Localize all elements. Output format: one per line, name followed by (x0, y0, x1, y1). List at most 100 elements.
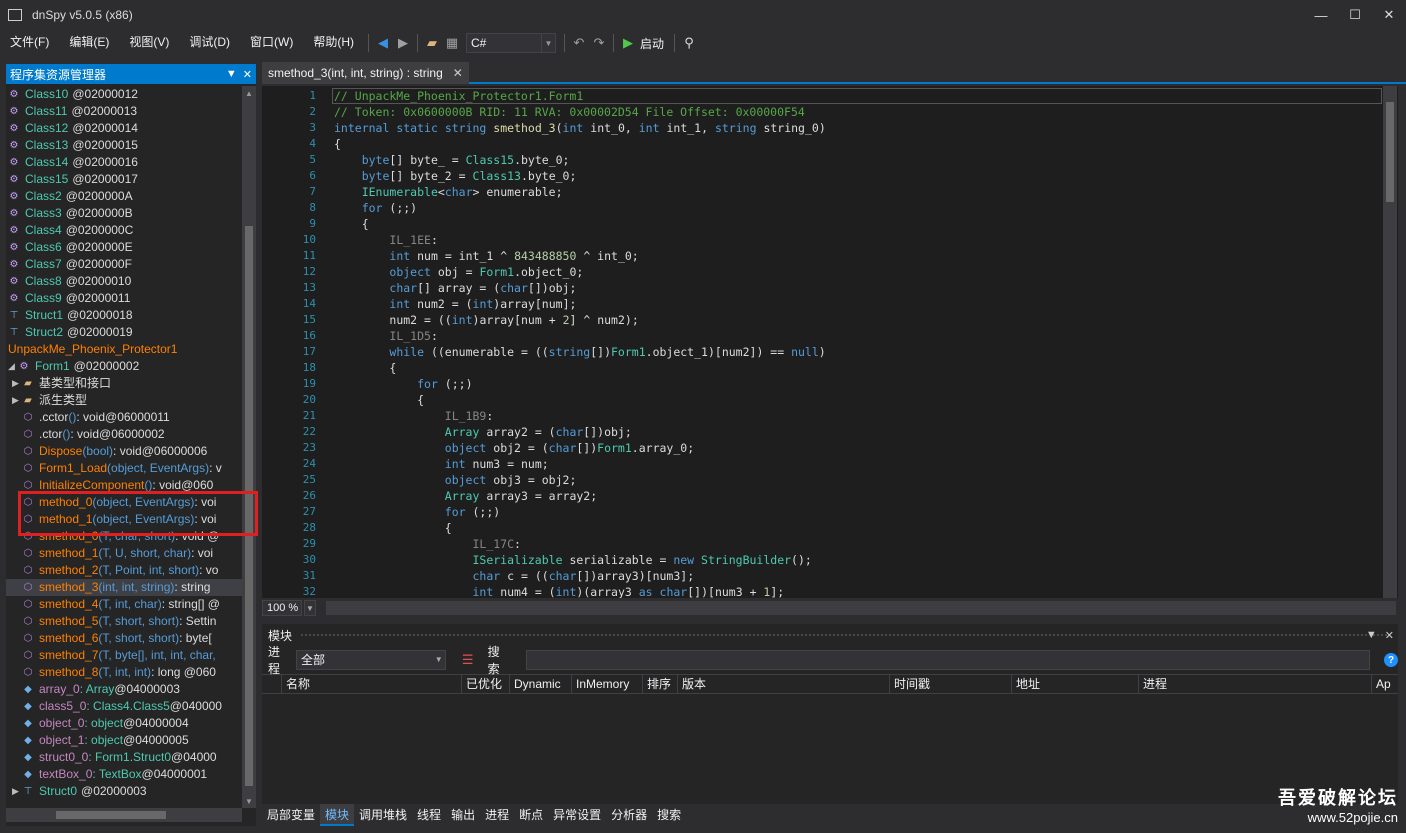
scrollbar-thumb[interactable] (1386, 102, 1394, 202)
close-icon[interactable]: ✕ (1385, 629, 1394, 642)
tree-item-class6[interactable]: ⚙ Class6 @0200000E (6, 239, 242, 256)
column-inmemory[interactable]: InMemory (572, 674, 643, 694)
tree-item-class12[interactable]: ⚙ Class12 @02000014 (6, 120, 242, 137)
tree-item-class8[interactable]: ⚙ Class8 @02000010 (6, 273, 242, 290)
close-button[interactable]: ✕ (1372, 0, 1406, 30)
tree-item-struct1[interactable]: ⊤ Struct1 @02000018 (6, 307, 242, 324)
tree-member-smethod_1[interactable]: ⬡ smethod_1 (T, U, short, char) : voi (6, 545, 242, 562)
menu-window[interactable]: 窗口(W) (240, 30, 303, 56)
tree-field-object_1[interactable]: ◆ object_1 : object @04000005 (6, 732, 242, 749)
start-debug-button[interactable]: 启动 (640, 35, 664, 52)
play-icon[interactable]: ▶ (618, 33, 638, 53)
tree-member-form1_load[interactable]: ⬡ Form1_Load (object, EventArgs) : v (6, 460, 242, 477)
zoom-level[interactable]: 100 % (262, 600, 302, 616)
collapsed-chevron-icon[interactable]: ◢ (8, 358, 18, 375)
column-name[interactable]: 名称 (282, 674, 462, 694)
dropdown-icon[interactable]: ▼ (1366, 629, 1377, 641)
tab-bottom-7[interactable]: 异常设置 (548, 804, 606, 826)
tree-folder[interactable]: ▶ ▰ 派生类型 (6, 392, 242, 409)
column-timestamp[interactable]: 时间戳 (890, 674, 1012, 694)
tab-bottom-9[interactable]: 搜索 (652, 804, 686, 826)
tree-member-smethod_6[interactable]: ⬡ smethod_6 (T, short, short) : byte[ (6, 630, 242, 647)
tab-bottom-2[interactable]: 调用堆栈 (354, 804, 412, 826)
menu-edit[interactable]: 编辑(E) (59, 30, 119, 56)
tab-bottom-1[interactable]: 模块 (320, 804, 355, 826)
close-icon[interactable]: ✕ (243, 68, 252, 81)
code-area[interactable]: // UnpackMe_Phoenix_Protector1.Form1 // T… (334, 88, 1384, 598)
tree-member-dispose[interactable]: ⬡ Dispose (bool) : void @06000006 (6, 443, 242, 460)
editor-vertical-scrollbar[interactable] (1383, 86, 1397, 598)
tree-folder[interactable]: ▶ ▰ 基类型和接口 (6, 375, 242, 392)
tab-smethod-3[interactable]: smethod_3(int, int, string) : string ✕ (262, 62, 469, 84)
minimize-button[interactable]: — (1304, 0, 1338, 30)
tree-member-smethod_5[interactable]: ⬡ smethod_5 (T, short, short) : Settin (6, 613, 242, 630)
tree-field-array_0[interactable]: ◆ array_0 : Array @04000003 (6, 681, 242, 698)
menu-debug[interactable]: 调试(D) (179, 30, 240, 56)
tree-item-class2[interactable]: ⚙ Class2 @0200000A (6, 188, 242, 205)
tree-field-struct0_0[interactable]: ◆ struct0_0 : Form1.Struct0 @04000 (6, 749, 242, 766)
close-icon[interactable]: ✕ (453, 66, 463, 80)
tree-item-class14[interactable]: ⚙ Class14 @02000016 (6, 154, 242, 171)
undo-icon[interactable]: ↶ (569, 33, 589, 53)
collapsed-chevron-icon[interactable]: ▶ (12, 783, 22, 800)
column-address[interactable]: 地址 (1012, 674, 1139, 694)
tree-member-smethod_4[interactable]: ⬡ smethod_4 (T, int, char) : string[] @ (6, 596, 242, 613)
tree-item-struct0[interactable]: ▶ ⊤ Struct0 @02000003 (6, 783, 242, 800)
tree-member-smethod_7[interactable]: ⬡ smethod_7 (T, byte[], int, int, char, (6, 647, 242, 664)
navigate-forward-icon[interactable]: ▶ (393, 33, 413, 53)
tab-bottom-4[interactable]: 输出 (446, 804, 480, 826)
tree-item-class15[interactable]: ⚙ Class15 @02000017 (6, 171, 242, 188)
menu-help[interactable]: 帮助(H) (303, 30, 364, 56)
tree-item-struct2[interactable]: ⊤ Struct2 @02000019 (6, 324, 242, 341)
open-list-icon[interactable]: ▦ (442, 33, 462, 53)
collapsed-chevron-icon[interactable]: ▶ (12, 375, 22, 392)
tab-bottom-8[interactable]: 分析器 (606, 804, 652, 826)
tab-bottom-3[interactable]: 线程 (412, 804, 446, 826)
tree-item-class10[interactable]: ⚙ Class10 @02000012 (6, 86, 242, 103)
editor-horizontal-scrollbar[interactable] (326, 601, 1396, 615)
tree-member-ctor[interactable]: ⬡ .ctor() : void @06000002 (6, 426, 242, 443)
assembly-tree[interactable]: ⚙ Class10 @02000012 ⚙ Class11 @02000013 ⚙ Class… (6, 86, 242, 808)
code-editor[interactable]: 1 2 3 4 5 6 7 8 9 10 11 12 13 14 15 16 17 18 19 20 21 22 23 24 2… (262, 86, 1398, 598)
menu-file[interactable]: 文件(F) (0, 30, 59, 56)
tree-vertical-scrollbar[interactable]: ▲ ▼ (242, 86, 256, 808)
tree-member-smethod_3[interactable]: ⬡ smethod_3 (int, int, string) : string (6, 579, 242, 596)
column-order[interactable]: 排序 (643, 674, 678, 694)
chevron-down-icon[interactable]: ▼ (304, 600, 316, 616)
process-select[interactable]: 全部 ▼ (295, 650, 446, 670)
tree-item-class3[interactable]: ⚙ Class3 @0200000B (6, 205, 242, 222)
language-select[interactable]: C# ▼ (466, 33, 556, 53)
open-folder-icon[interactable]: ▰ (422, 33, 442, 53)
maximize-button[interactable]: ☐ (1338, 0, 1372, 30)
help-icon[interactable]: ? (1384, 653, 1398, 667)
tree-item-class9[interactable]: ⚙ Class9 @02000011 (6, 290, 242, 307)
tree-field-object_0[interactable]: ◆ object_0 : object @04000004 (6, 715, 242, 732)
tree-item-class4[interactable]: ⚙ Class4 @0200000C (6, 222, 242, 239)
search-input[interactable] (525, 650, 1371, 670)
column-appdomain[interactable]: Ap (1372, 674, 1398, 694)
column-optimized[interactable]: 已优化 (462, 674, 510, 694)
tree-field-class5_0[interactable]: ◆ class5_0 : Class4.Class5 @040000 (6, 698, 242, 715)
tree-member-smethod_8[interactable]: ⬡ smethod_8 (T, int, int) : long @060 (6, 664, 242, 681)
dropdown-icon[interactable]: ▼ (226, 68, 237, 80)
tree-item-class13[interactable]: ⚙ Class13 @02000015 (6, 137, 242, 154)
tree-member-cctor[interactable]: ⬡ .cctor() : void @06000011 (6, 409, 242, 426)
menu-view[interactable]: 视图(V) (119, 30, 179, 56)
column-dynamic[interactable]: Dynamic (510, 674, 572, 694)
tab-bottom-0[interactable]: 局部变量 (262, 804, 320, 826)
column-version[interactable]: 版本 (678, 674, 890, 694)
tab-bottom-5[interactable]: 进程 (480, 804, 514, 826)
tree-item-class11[interactable]: ⚙ Class11 @02000013 (6, 103, 242, 120)
tree-field-textbox_0[interactable]: ◆ textBox_0 : TextBox @04000001 (6, 766, 242, 783)
tree-item-form1[interactable]: ◢ ⚙ Form1 @02000002 (6, 358, 242, 375)
scroll-down-icon[interactable]: ▼ (242, 794, 256, 808)
search-icon[interactable]: ⚲ (679, 33, 699, 53)
navigate-back-icon[interactable]: ◀ (373, 33, 393, 53)
scroll-up-icon[interactable]: ▲ (242, 86, 256, 100)
tab-bottom-6[interactable]: 断点 (514, 804, 548, 826)
redo-icon[interactable]: ↷ (589, 33, 609, 53)
tree-namespace[interactable]: UnpackMe_Phoenix_Protector1 (6, 341, 242, 358)
scrollbar-thumb[interactable] (56, 811, 166, 819)
filter-list-icon[interactable]: ☰ (458, 650, 478, 670)
tree-member-smethod_2[interactable]: ⬡ smethod_2 (T, Point, int, short) : vo (6, 562, 242, 579)
